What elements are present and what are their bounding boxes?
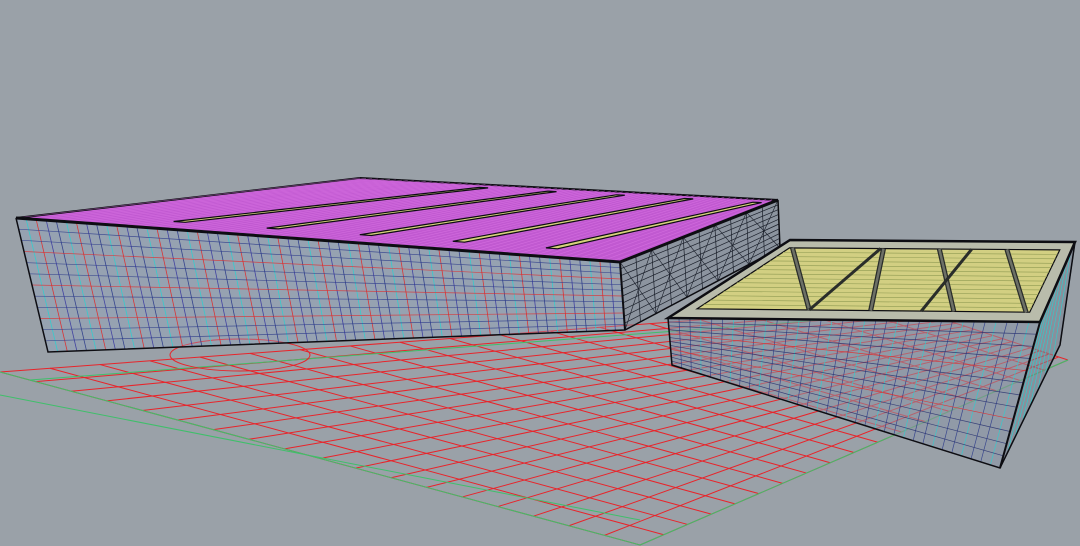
building-large[interactable] [15, 176, 781, 353]
front-face-small [668, 318, 1040, 468]
3d-viewport[interactable] [0, 0, 1080, 546]
grid-axis-line [0, 394, 641, 521]
viewport-canvas[interactable] [0, 0, 1080, 546]
